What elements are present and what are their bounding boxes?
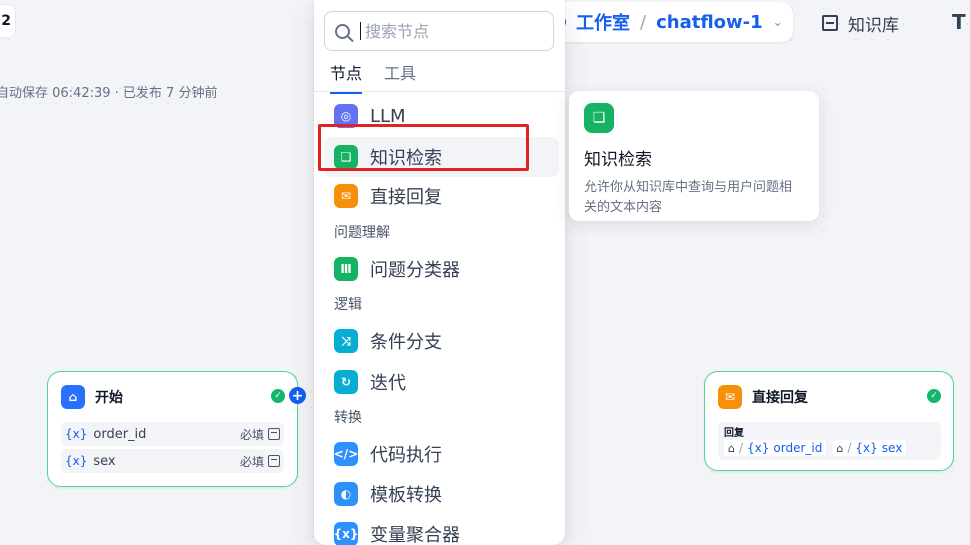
home-icon: ⌂ bbox=[728, 441, 735, 455]
nav-knowledge-label: 知识库 bbox=[848, 15, 899, 36]
reply-icon: ✉ bbox=[718, 385, 742, 409]
tab-nodes[interactable]: 节点 bbox=[330, 60, 363, 94]
node-item-variable-aggregator[interactable]: {x} 变量聚合器 bbox=[324, 514, 559, 545]
variable-icon: {x} bbox=[747, 441, 770, 455]
variable-reference-name: sex bbox=[881, 441, 903, 455]
variable-reference: ⌂ / {x} order_id bbox=[724, 440, 827, 456]
classifier-icon: Ⅲ bbox=[334, 257, 358, 281]
text-type-icon bbox=[268, 455, 280, 467]
llm-icon: ◎ bbox=[334, 104, 358, 128]
node-item-label: LLM bbox=[370, 105, 406, 127]
partial-toolbar-badge[interactable]: 2 bbox=[0, 4, 16, 38]
node-item-code[interactable]: </> 代码执行 bbox=[324, 434, 559, 474]
start-var-name: sex bbox=[93, 453, 116, 469]
book-icon bbox=[822, 15, 838, 31]
variable-icon: {x} bbox=[855, 441, 878, 455]
chevron-down-icon[interactable]: ⌄ bbox=[773, 15, 783, 29]
start-var-name: order_id bbox=[93, 426, 147, 442]
breadcrumb-separator: / bbox=[640, 11, 647, 33]
success-check-icon: ✓ bbox=[927, 389, 941, 403]
node-item-template[interactable]: ◐ 模板转换 bbox=[324, 474, 559, 514]
start-node-title: 开始 bbox=[95, 390, 123, 406]
autosave-status: 自动保存 06:42:39 · 已发布 7 分钟前 bbox=[0, 86, 218, 101]
home-icon: ⌂ bbox=[836, 441, 844, 455]
template-icon: ◐ bbox=[334, 482, 358, 506]
node-item-label: 知识检索 bbox=[370, 148, 442, 169]
answer-label: 回复 bbox=[724, 428, 744, 439]
book-open-icon: ❏ bbox=[584, 103, 614, 133]
branch-icon: ⤨ bbox=[334, 329, 358, 353]
home-icon: ⌂ bbox=[61, 385, 85, 409]
breadcrumb-workspace[interactable]: 工作室 bbox=[576, 9, 630, 35]
variable-icon: {x} bbox=[65, 427, 88, 441]
node-item-llm[interactable]: ◎ LLM bbox=[324, 96, 559, 136]
node-item-answer[interactable]: ✉ 直接回复 bbox=[324, 176, 559, 216]
start-var-required: 必填 bbox=[239, 454, 264, 469]
node-item-if-else[interactable]: ⤨ 条件分支 bbox=[324, 321, 559, 361]
variable-reference: ⌂ / {x} sex bbox=[832, 440, 907, 456]
loop-icon: ↻ bbox=[334, 370, 358, 394]
node-item-label: 迭代 bbox=[370, 373, 406, 394]
divider bbox=[314, 91, 565, 92]
breadcrumb-app[interactable]: chatflow-1 bbox=[656, 12, 763, 33]
tooltip-description: 允许你从知识库中查询与用户问题相关的文本内容 bbox=[584, 180, 793, 215]
node-item-label: 直接回复 bbox=[370, 187, 442, 208]
start-var-row[interactable]: {x} sex 必填 bbox=[61, 449, 284, 473]
node-picker-dropdown: 节点 工具 ◎ LLM ❏ 知识检索 ✉ 直接回复 问题理解 Ⅲ 问题分类器 逻… bbox=[314, 0, 565, 545]
text-type-icon bbox=[268, 428, 280, 440]
start-var-row[interactable]: {x} order_id 必填 bbox=[61, 422, 284, 446]
node-item-label: 条件分支 bbox=[370, 332, 442, 353]
node-search-box[interactable] bbox=[324, 11, 554, 51]
code-icon: </> bbox=[334, 442, 358, 466]
node-tooltip: ❏ 知识检索 允许你从知识库中查询与用户问题相关的文本内容 bbox=[569, 91, 819, 221]
tooltip-title: 知识检索 bbox=[584, 150, 652, 170]
start-var-required: 必填 bbox=[239, 427, 264, 442]
start-node[interactable]: ⌂ 开始 ✓ {x} order_id 必填 {x} sex 必填 bbox=[47, 371, 298, 487]
variable-icon: {x} bbox=[334, 522, 358, 545]
node-item-label: 变量聚合器 bbox=[370, 525, 460, 545]
reply-icon: ✉ bbox=[334, 184, 358, 208]
answer-content[interactable]: 回复 ⌂ / {x} order_id ⌂ / {x} sex bbox=[718, 422, 941, 460]
success-check-icon: ✓ bbox=[271, 389, 285, 403]
start-node-header: ⌂ 开始 bbox=[61, 385, 123, 409]
answer-node[interactable]: ✉ 直接回复 ✓ 回复 ⌂ / {x} order_id ⌂ / {x} sex bbox=[704, 371, 954, 471]
node-item-label: 问题分类器 bbox=[370, 260, 460, 281]
picker-tabs: 节点 工具 bbox=[330, 60, 416, 94]
nav-knowledge[interactable]: 知识库 bbox=[822, 8, 899, 38]
text-caret bbox=[360, 22, 361, 40]
variable-reference-name: order_id bbox=[773, 441, 823, 455]
group-label-question: 问题理解 bbox=[334, 225, 390, 241]
node-item-knowledge-retrieval[interactable]: ❏ 知识检索 bbox=[324, 137, 559, 177]
answer-node-title: 直接回复 bbox=[752, 390, 808, 406]
group-label-transform: 转换 bbox=[334, 410, 362, 426]
answer-node-header: ✉ 直接回复 bbox=[718, 385, 808, 409]
node-item-label: 模板转换 bbox=[370, 485, 442, 506]
breadcrumb: 工作室 / chatflow-1 ⌄ bbox=[540, 2, 793, 42]
node-item-label: 代码执行 bbox=[370, 445, 442, 466]
search-icon bbox=[335, 23, 350, 39]
variable-icon: {x} bbox=[65, 454, 88, 468]
book-open-icon: ❏ bbox=[334, 145, 358, 169]
node-search-input[interactable] bbox=[365, 21, 535, 41]
node-item-iteration[interactable]: ↻ 迭代 bbox=[324, 362, 559, 402]
add-next-node-button[interactable]: + bbox=[289, 387, 306, 404]
tab-tools[interactable]: 工具 bbox=[384, 60, 416, 94]
node-item-question-classifier[interactable]: Ⅲ 问题分类器 bbox=[324, 249, 559, 289]
tools-icon[interactable]: T bbox=[952, 10, 966, 34]
group-label-logic: 逻辑 bbox=[334, 297, 362, 313]
